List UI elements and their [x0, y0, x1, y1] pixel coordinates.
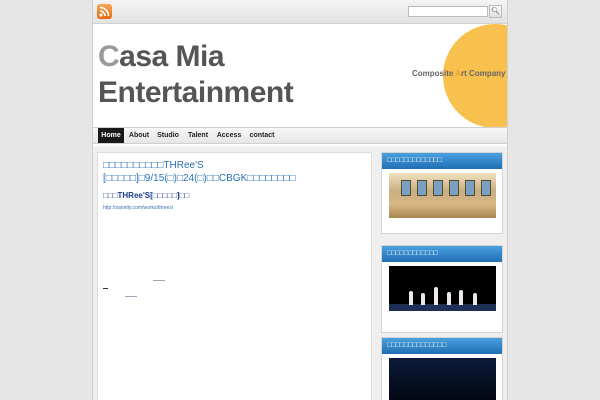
nav-contact[interactable]: contact: [247, 128, 277, 143]
top-bar: 🔍︎: [93, 0, 507, 24]
small-divider: [125, 296, 137, 297]
dark-stage-photo[interactable]: [388, 358, 496, 400]
rss-icon[interactable]: [97, 4, 112, 19]
small-divider: [153, 280, 165, 281]
nav-about[interactable]: About: [126, 128, 152, 143]
post-link[interactable]: http://sanetty.com/works/threes/: [103, 205, 173, 211]
post-entry: □□□□□□□□□□THRee'S [□□□□□]□9/15(□)□24(□)□…: [97, 152, 372, 400]
search-button[interactable]: 🔍︎: [489, 5, 502, 18]
nav-talent[interactable]: Talent: [185, 128, 211, 143]
search-icon: 🔍︎: [491, 8, 500, 15]
dash-mark: [103, 288, 108, 289]
nav-home[interactable]: Home: [98, 128, 124, 143]
tagline-post: rt Company: [461, 69, 506, 78]
header-banner: Casa Mia Entertainment Composite Art Com…: [93, 24, 507, 128]
brand-line1-text: asa Mia: [119, 40, 225, 73]
sidebar-widget-3: □□□□□□□□□□□□□□: [381, 337, 503, 400]
main-nav: Home About Studio Talent Access contact: [93, 127, 507, 144]
dance-studio-photo[interactable]: [388, 173, 496, 218]
post-title[interactable]: □□□□□□□□□□THRee'S [□□□□□]□9/15(□)□24(□)□…: [103, 159, 371, 185]
content-area: □□□□□□□□□□THRee'S [□□□□□]□9/15(□)□24(□)□…: [93, 146, 507, 400]
sidebar-widget-1: □□□□□□□□□□□□□: [381, 152, 503, 234]
site-title-line1[interactable]: Casa Mia: [98, 40, 225, 74]
brand-letter-c: C: [98, 40, 120, 73]
stage-performance-photo[interactable]: [388, 266, 496, 311]
widget-title: □□□□□□□□□□□□: [382, 246, 502, 262]
sidebar-widget-2: □□□□□□□□□□□□: [381, 245, 503, 333]
widget-title: □□□□□□□□□□□□□: [382, 153, 502, 169]
widget-title: □□□□□□□□□□□□□□: [382, 338, 502, 354]
page-wrapper: 🔍︎ Casa Mia Entertainment Composite Art …: [92, 0, 508, 400]
search-input[interactable]: [408, 6, 488, 17]
nav-access[interactable]: Access: [215, 128, 243, 143]
tagline-pre: Composite: [412, 69, 456, 78]
site-title-line2[interactable]: Entertainment: [98, 76, 294, 110]
tagline: Composite Art Company: [412, 69, 506, 78]
nav-studio[interactable]: Studio: [155, 128, 181, 143]
post-subtitle: □□□THRee'S[□□□□□]□□: [103, 191, 190, 200]
